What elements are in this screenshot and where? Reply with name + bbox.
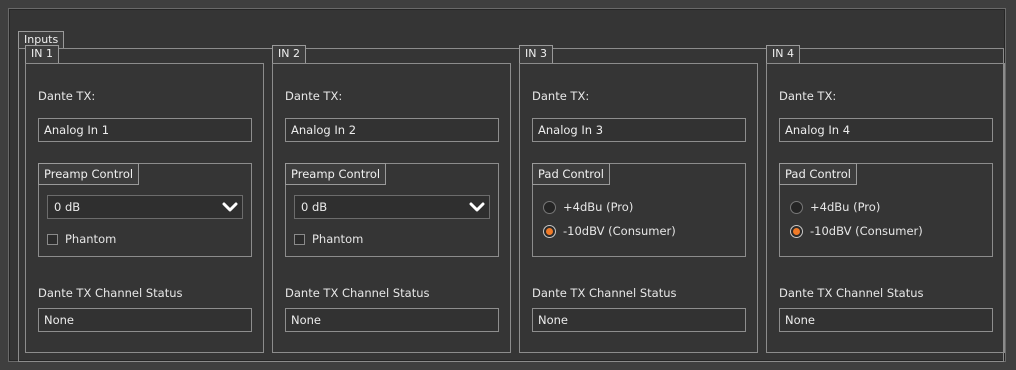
channel-in-1: IN 1 Dante TX: Analog In 1 Preamp Contro… bbox=[25, 45, 264, 353]
gain-value: 0 dB bbox=[301, 200, 328, 214]
dante-tx-name-field[interactable]: Analog In 1 bbox=[38, 118, 252, 142]
phantom-label: Phantom bbox=[65, 232, 117, 246]
channel-title: IN 2 bbox=[272, 45, 306, 63]
gain-select[interactable]: 0 dB bbox=[47, 195, 243, 219]
channel-title: IN 4 bbox=[766, 45, 800, 63]
status-label: Dante TX Channel Status bbox=[779, 286, 924, 300]
pad-option-label: +4dBu (Pro) bbox=[810, 200, 881, 214]
preamp-control-group: Preamp Control 0 dB Phantom bbox=[285, 163, 499, 257]
status-field: None bbox=[38, 308, 252, 332]
preamp-control-title: Preamp Control bbox=[285, 163, 387, 185]
radio-pad-pro[interactable] bbox=[543, 201, 556, 214]
dante-tx-label: Dante TX: bbox=[38, 89, 96, 103]
status-field: None bbox=[779, 308, 993, 332]
pad-control-group: Pad Control +4dBu (Pro) -10dBV (Consumer… bbox=[532, 163, 746, 257]
channel-title: IN 3 bbox=[519, 45, 553, 63]
pad-option-label: -10dBV (Consumer) bbox=[563, 224, 676, 238]
pad-control-group: Pad Control +4dBu (Pro) -10dBV (Consumer… bbox=[779, 163, 993, 257]
status-field: None bbox=[532, 308, 746, 332]
dante-tx-label: Dante TX: bbox=[532, 89, 590, 103]
preamp-control-group: Preamp Control 0 dB Phantom bbox=[38, 163, 252, 257]
status-label: Dante TX Channel Status bbox=[38, 286, 183, 300]
channel-in-4: IN 4 Dante TX: Analog In 4 Pad Control +… bbox=[766, 45, 1005, 353]
radio-pad-consumer[interactable] bbox=[790, 225, 803, 238]
chevron-down-icon bbox=[222, 202, 238, 212]
phantom-checkbox[interactable] bbox=[294, 234, 305, 245]
dante-tx-name-field[interactable]: Analog In 4 bbox=[779, 118, 993, 142]
status-field: None bbox=[285, 308, 499, 332]
status-label: Dante TX Channel Status bbox=[285, 286, 430, 300]
pad-option-label: +4dBu (Pro) bbox=[563, 200, 634, 214]
radio-pad-pro[interactable] bbox=[790, 201, 803, 214]
channel-in-2: IN 2 Dante TX: Analog In 2 Preamp Contro… bbox=[272, 45, 511, 353]
channel-title: IN 1 bbox=[25, 45, 59, 63]
preamp-control-title: Preamp Control bbox=[38, 163, 140, 185]
gain-value: 0 dB bbox=[54, 200, 81, 214]
radio-pad-consumer[interactable] bbox=[543, 225, 556, 238]
phantom-checkbox[interactable] bbox=[47, 234, 58, 245]
dante-tx-label: Dante TX: bbox=[285, 89, 343, 103]
pad-control-title: Pad Control bbox=[532, 163, 610, 185]
status-label: Dante TX Channel Status bbox=[532, 286, 677, 300]
inputs-panel: Inputs IN 1 Dante TX: Analog In 1 Preamp… bbox=[8, 8, 1006, 362]
gain-select[interactable]: 0 dB bbox=[294, 195, 490, 219]
channel-in-3: IN 3 Dante TX: Analog In 3 Pad Control +… bbox=[519, 45, 758, 353]
pad-control-title: Pad Control bbox=[779, 163, 857, 185]
dante-tx-name-field[interactable]: Analog In 2 bbox=[285, 118, 499, 142]
pad-option-label: -10dBV (Consumer) bbox=[810, 224, 923, 238]
dante-tx-label: Dante TX: bbox=[779, 89, 837, 103]
dante-tx-name-field[interactable]: Analog In 3 bbox=[532, 118, 746, 142]
phantom-label: Phantom bbox=[312, 232, 364, 246]
chevron-down-icon bbox=[469, 202, 485, 212]
